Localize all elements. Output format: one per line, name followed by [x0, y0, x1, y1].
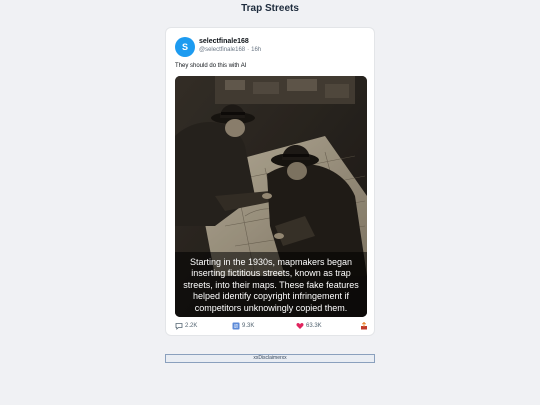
page-title: Trap Streets — [241, 3, 299, 14]
retweet-count: 9.3K — [242, 323, 255, 329]
reply-count: 2.2K — [185, 323, 198, 329]
avatar[interactable]: S — [175, 37, 195, 57]
share-button[interactable] — [360, 322, 368, 330]
display-name[interactable]: selectfinale168 — [199, 38, 249, 45]
image-caption: Starting in the 1930s, mapmakers began i… — [175, 251, 367, 317]
heart-icon — [296, 322, 304, 330]
retweet-button[interactable]: 9.3K — [232, 322, 254, 330]
post-text: They should do this with AI — [175, 63, 247, 69]
post-card[interactable]: S selectfinale168 @selectfinale168 · 16h T… — [165, 27, 375, 336]
like-button[interactable]: 63.3K — [296, 322, 322, 330]
handle[interactable]: @selectfinale168 — [199, 47, 245, 53]
post-image[interactable]: Starting in the 1930s, mapmakers began i… — [175, 76, 367, 317]
speech-bubble-icon — [175, 322, 183, 330]
like-count: 63.3K — [306, 323, 322, 329]
post-meta: @selectfinale168 · 16h — [199, 47, 262, 53]
post-time[interactable]: 16h — [251, 47, 261, 53]
disclaimer-box: xxDisclaimerxx — [165, 354, 375, 363]
post-actions: 2.2K 9.3K 63.3K — [175, 322, 367, 332]
share-icon — [360, 322, 368, 330]
reply-button[interactable]: 2.2K — [175, 322, 197, 330]
retweet-icon — [232, 322, 240, 330]
